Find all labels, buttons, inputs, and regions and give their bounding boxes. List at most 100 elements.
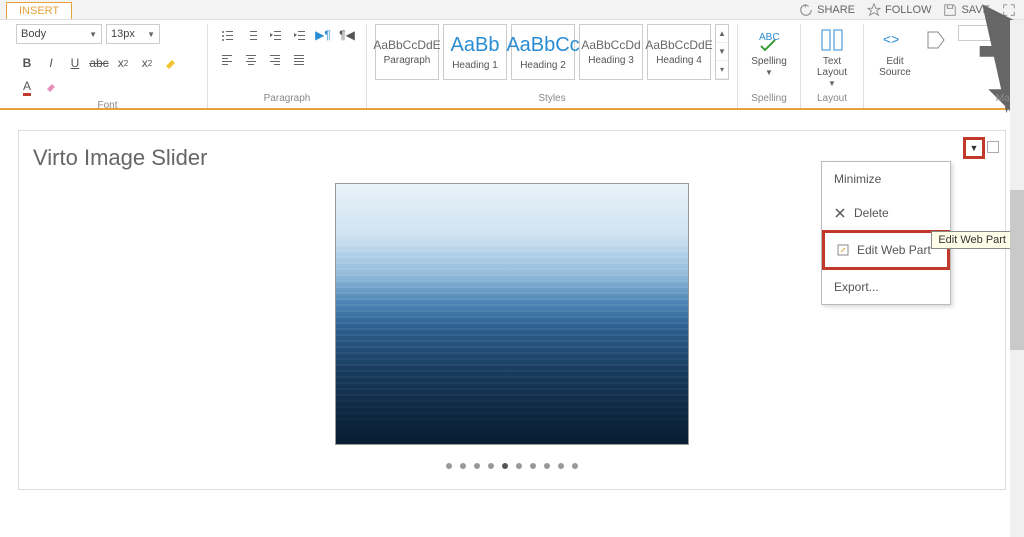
font-color-button[interactable]: A <box>16 76 38 98</box>
style-preview: AaBbCc <box>506 34 579 57</box>
outdent-button[interactable] <box>264 24 286 46</box>
align-right-icon <box>268 52 282 66</box>
slider-dot[interactable] <box>488 463 494 469</box>
slider-dot[interactable] <box>502 463 508 469</box>
justify-button[interactable] <box>288 48 310 70</box>
chevron-up-icon[interactable]: ▲ <box>716 25 728 43</box>
spelling-icon: ABC <box>755 26 783 54</box>
bullet-list-button[interactable] <box>216 24 238 46</box>
text-layout-button[interactable]: Text Layout▼ <box>809 24 855 80</box>
style-tile-heading-4[interactable]: AaBbCcDdEHeading 4 <box>647 24 711 80</box>
edit-icon <box>837 244 849 256</box>
follow-button[interactable]: FOLLOW <box>867 3 931 17</box>
group-label-styles: Styles <box>375 91 729 108</box>
style-preview: AaBbCcDd <box>581 38 640 52</box>
slider-dot[interactable] <box>474 463 480 469</box>
group-markup: <> Edit Source ▼ Select▼ Convert to XHTM… <box>864 24 1024 108</box>
group-styles: AaBbCcDdEParagraphAaBbHeading 1AaBbCcHea… <box>367 24 738 108</box>
justify-icon <box>292 52 306 66</box>
style-preview: AaBb <box>451 34 500 57</box>
save-icon <box>943 3 957 17</box>
underline-button[interactable]: U <box>64 52 86 74</box>
slider-dot[interactable] <box>530 463 536 469</box>
menu-export[interactable]: Export... <box>822 270 950 304</box>
group-label-layout: Layout <box>809 91 855 108</box>
edit-source-button[interactable]: <> Edit Source <box>872 24 918 80</box>
ribbon: Body▼ 13px▼ B I U abc x2 x2 A Font <box>0 20 1024 110</box>
font-family-select[interactable]: Body▼ <box>16 24 102 44</box>
group-label-paragraph: Paragraph <box>216 91 358 108</box>
svg-text:<>: <> <box>883 31 899 47</box>
align-right-button[interactable] <box>264 48 286 70</box>
menu-delete[interactable]: Delete <box>822 196 950 230</box>
menu-minimize[interactable]: Minimize <box>822 162 950 196</box>
tab-insert[interactable]: INSERT <box>6 2 72 19</box>
highlight-icon <box>164 56 178 70</box>
ltr-button[interactable]: ▶¶ <box>312 24 334 46</box>
webpart-checkbox[interactable] <box>987 141 999 153</box>
style-name: Heading 3 <box>588 55 634 66</box>
slide-image[interactable] <box>335 183 689 445</box>
align-center-button[interactable] <box>240 48 262 70</box>
group-label-markup: Markup <box>872 91 1024 108</box>
share-icon <box>799 3 813 17</box>
styles-scroll[interactable]: ▲ ▼ ▾ <box>715 24 729 80</box>
star-icon <box>867 3 881 17</box>
style-name: Paragraph <box>384 55 431 66</box>
scroll-thumb[interactable] <box>1010 190 1024 350</box>
number-list-button[interactable] <box>240 24 262 46</box>
slider-dot[interactable] <box>460 463 466 469</box>
align-left-button[interactable] <box>216 48 238 70</box>
spelling-button[interactable]: ABC Spelling▼ <box>746 24 792 80</box>
align-left-icon <box>220 52 234 66</box>
style-preview: AaBbCcDdE <box>373 38 440 52</box>
font-size-select[interactable]: 13px▼ <box>106 24 160 44</box>
style-tile-heading-1[interactable]: AaBb Heading 1 <box>443 24 507 80</box>
subscript-button[interactable]: x2 <box>112 52 134 74</box>
slider-dot[interactable] <box>516 463 522 469</box>
webpart-menu-button[interactable]: ▼ <box>963 137 985 159</box>
strike-button[interactable]: abc <box>88 52 110 74</box>
page-content: Virto Image Slider ▼ Minimize Delete Edi… <box>0 110 1024 510</box>
eraser-icon <box>44 80 58 94</box>
webpart-image-slider: Virto Image Slider ▼ Minimize Delete Edi… <box>18 130 1006 490</box>
bold-button[interactable]: B <box>16 52 38 74</box>
style-tile-heading-2[interactable]: AaBbCcHeading 2 <box>511 24 575 80</box>
style-name: Heading 1 <box>452 60 498 71</box>
group-font: Body▼ 13px▼ B I U abc x2 x2 A Font <box>8 24 208 108</box>
svg-text:ABC: ABC <box>759 32 780 43</box>
chevron-down-icon: ▼ <box>147 30 155 39</box>
style-tile-heading-3[interactable]: AaBbCcDd Heading 3 <box>579 24 643 80</box>
group-paragraph: ▶¶ ¶◀ Paragraph <box>208 24 367 108</box>
clear-format-button[interactable] <box>40 76 62 98</box>
close-icon <box>834 207 846 219</box>
slider-dot[interactable] <box>572 463 578 469</box>
slider-dots <box>446 463 578 469</box>
tooltip-edit-web-part: Edit Web Part <box>931 231 1013 249</box>
vertical-scrollbar[interactable] <box>1010 20 1024 537</box>
water-image <box>336 184 688 444</box>
share-button[interactable]: SHARE <box>799 3 855 17</box>
bullets-icon <box>220 28 234 42</box>
highlight-button[interactable] <box>160 52 182 74</box>
style-name: Heading 2 <box>520 60 566 71</box>
chevron-down-icon[interactable]: ▼ <box>716 43 728 61</box>
tag-properties-button[interactable] <box>922 24 950 80</box>
indent-button[interactable] <box>288 24 310 46</box>
chevron-down-icon: ▼ <box>89 30 97 39</box>
slider-dot[interactable] <box>558 463 564 469</box>
group-spelling: ABC Spelling▼ Spelling <box>738 24 801 108</box>
slider-dot[interactable] <box>446 463 452 469</box>
group-layout: Text Layout▼ Layout <box>801 24 864 108</box>
align-center-icon <box>244 52 258 66</box>
code-icon: <> <box>881 26 909 54</box>
italic-button[interactable]: I <box>40 52 62 74</box>
style-tile-paragraph[interactable]: AaBbCcDdE Paragraph <box>375 24 439 80</box>
layout-icon <box>818 26 846 54</box>
outdent-icon <box>268 28 282 42</box>
expand-icon[interactable]: ▾ <box>716 61 728 79</box>
superscript-button[interactable]: x2 <box>136 52 158 74</box>
style-name: Heading 4 <box>656 55 702 66</box>
slider-dot[interactable] <box>544 463 550 469</box>
rtl-button[interactable]: ¶◀ <box>336 24 358 46</box>
